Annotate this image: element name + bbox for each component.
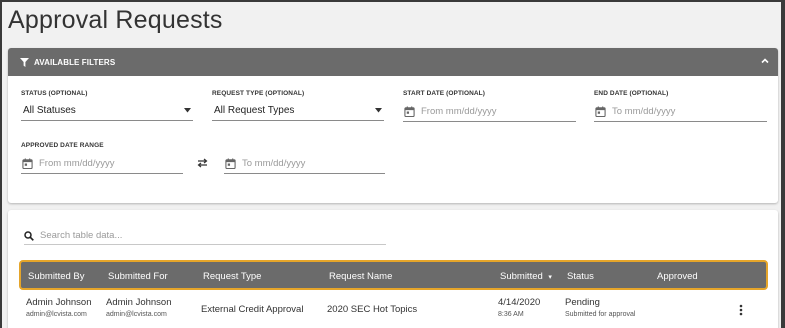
calendar-icon[interactable]	[595, 106, 606, 117]
request-type-label: REQUEST TYPE (OPTIONAL)	[212, 90, 305, 97]
column-header[interactable]: Submitted By	[28, 271, 85, 282]
filters-title: AVAILABLE FILTERS	[34, 57, 116, 67]
start-date-placeholder: From mm/dd/yyyy	[421, 106, 497, 117]
status-detail: Submitted for approval	[565, 311, 636, 318]
end-date-input[interactable]: To mm/dd/yyyy	[594, 102, 767, 122]
status-label: STATUS (OPTIONAL)	[21, 90, 88, 97]
column-header[interactable]: Status	[567, 271, 594, 282]
start-date-label: START DATE (OPTIONAL)	[403, 90, 486, 97]
status: Pending	[565, 297, 600, 308]
table-row[interactable]: Admin Johnson admin@lcvista.com Admin Jo…	[19, 294, 768, 328]
more-vert-icon[interactable]	[739, 304, 743, 316]
start-date-input[interactable]: From mm/dd/yyyy	[403, 102, 576, 122]
caret-down-icon	[184, 108, 191, 113]
page-title: Approval Requests	[8, 6, 223, 34]
column-header-submitted[interactable]: Submitted ▾	[500, 271, 552, 282]
request-type: External Credit Approval	[201, 304, 304, 315]
requests-table-card: Search table data... Submitted By Submit…	[8, 210, 778, 328]
approved-to-placeholder: To mm/dd/yyyy	[242, 158, 306, 169]
request-name: 2020 SEC Hot Topics	[327, 304, 418, 315]
column-header[interactable]: Request Type	[203, 271, 261, 282]
table-header: Submitted By Submitted For Request Type …	[19, 260, 768, 290]
end-date-placeholder: To mm/dd/yyyy	[612, 106, 676, 117]
approved-to-input[interactable]: To mm/dd/yyyy	[224, 154, 385, 174]
submitted-time: 8:36 AM	[498, 311, 524, 318]
status-select-value: All Statuses	[23, 105, 76, 116]
calendar-icon[interactable]	[404, 106, 415, 117]
table-search-input[interactable]: Search table data...	[24, 227, 386, 245]
search-icon	[24, 230, 34, 241]
request-type-select[interactable]: All Request Types	[212, 101, 384, 121]
approved-range-label: APPROVED DATE RANGE	[21, 142, 104, 149]
end-date-label: END DATE (OPTIONAL)	[594, 90, 669, 97]
caret-down-icon	[375, 108, 382, 113]
submitted-by: Admin Johnson	[26, 297, 92, 308]
filters-panel: AVAILABLE FILTERS STATUS (OPTIONAL) All …	[8, 48, 778, 203]
calendar-icon[interactable]	[225, 158, 236, 169]
submitted-for: Admin Johnson	[106, 297, 172, 308]
request-type-select-value: All Request Types	[214, 105, 295, 116]
search-placeholder: Search table data...	[40, 230, 123, 241]
filter-icon	[20, 57, 29, 67]
filters-header[interactable]: AVAILABLE FILTERS	[8, 48, 778, 76]
column-header[interactable]: Submitted For	[108, 271, 168, 282]
approved-from-input[interactable]: From mm/dd/yyyy	[21, 154, 183, 174]
submitted-date: 4/14/2020	[498, 297, 541, 308]
calendar-icon[interactable]	[22, 158, 33, 169]
chevron-up-icon[interactable]	[760, 56, 770, 66]
column-header-label: Submitted	[500, 271, 543, 282]
status-select[interactable]: All Statuses	[21, 101, 193, 121]
sort-desc-icon: ▾	[548, 274, 552, 281]
swap-arrows-icon	[197, 158, 208, 168]
submitted-for-email: admin@lcvista.com	[106, 311, 167, 318]
approved-from-placeholder: From mm/dd/yyyy	[39, 158, 115, 169]
column-header[interactable]: Approved	[657, 271, 698, 282]
app-frame: Approval Requests AVAILABLE FILTERS STAT…	[2, 2, 781, 328]
column-header[interactable]: Request Name	[329, 271, 392, 282]
submitted-by-email: admin@lcvista.com	[26, 311, 87, 318]
